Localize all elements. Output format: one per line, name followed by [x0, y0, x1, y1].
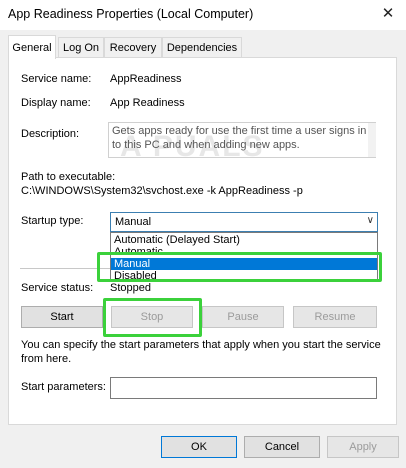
display-name-value: App Readiness [110, 97, 185, 109]
resume-button[interactable]: Resume [293, 306, 377, 328]
startup-type-value: Manual [115, 216, 152, 228]
pause-button[interactable]: Pause [202, 306, 284, 328]
service-name-value: AppReadiness [110, 73, 182, 85]
tab-recovery[interactable]: Recovery [104, 37, 162, 57]
description-scrollbar[interactable] [368, 123, 376, 157]
close-icon[interactable]: ✕ [378, 3, 398, 23]
start-params-input[interactable] [110, 377, 377, 399]
watermark-logo: A PUALS [120, 130, 265, 163]
startup-type-combobox[interactable]: Manual ∨ [110, 212, 378, 232]
service-name-label: Service name: [21, 73, 92, 85]
start-button[interactable]: Start [21, 306, 103, 328]
ok-button[interactable]: OK [161, 436, 237, 458]
display-name-label: Display name: [21, 97, 91, 109]
startup-option-automatic-delayed[interactable]: Automatic (Delayed Start) [111, 234, 377, 246]
start-params-hint: You can specify the start parameters tha… [21, 339, 381, 365]
startup-type-label: Startup type: [21, 215, 84, 227]
tab-general[interactable]: General [8, 35, 56, 59]
service-status-label: Service status: [21, 282, 94, 294]
start-params-label: Start parameters: [21, 381, 106, 393]
chevron-down-icon[interactable]: ∨ [367, 215, 374, 226]
apply-button[interactable]: Apply [327, 436, 399, 458]
manual-option-highlight [97, 252, 382, 282]
stop-button-highlight [103, 298, 202, 337]
window-title: App Readiness Properties (Local Computer… [8, 7, 254, 21]
path-label: Path to executable: [21, 171, 116, 183]
path-value: C:\WINDOWS\System32\svchost.exe -k AppRe… [21, 185, 303, 197]
cancel-button[interactable]: Cancel [244, 436, 320, 458]
description-label: Description: [21, 128, 80, 140]
service-status-value: Stopped [110, 282, 151, 294]
tab-log-on[interactable]: Log On [58, 37, 104, 57]
tab-dependencies[interactable]: Dependencies [162, 37, 242, 57]
